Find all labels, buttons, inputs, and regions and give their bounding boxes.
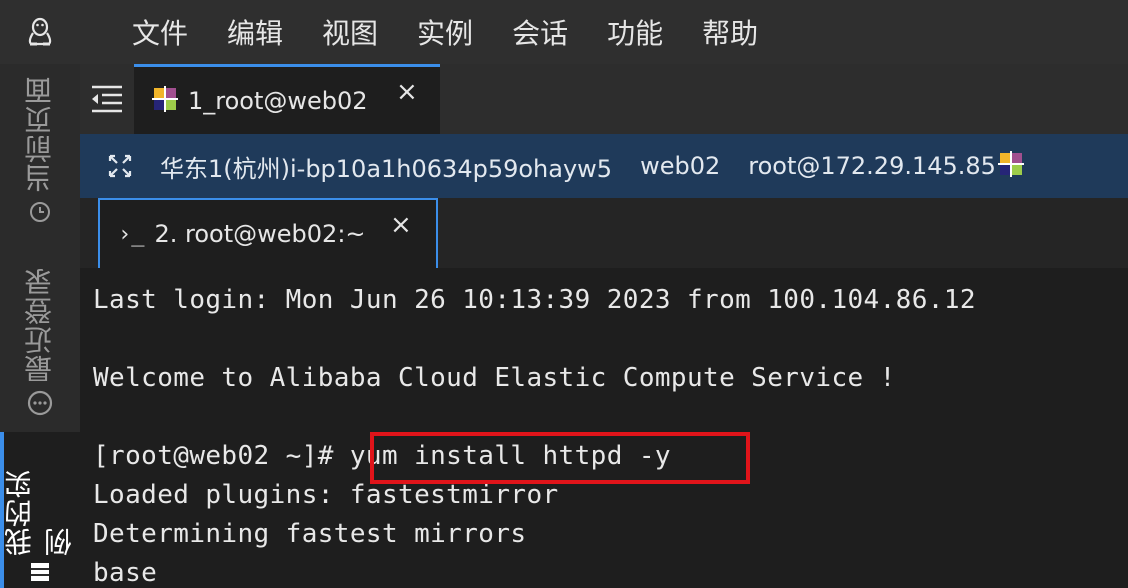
sidebar-item-recent-logins[interactable]: 最近登录 — [0, 264, 80, 424]
menu-session[interactable]: 会话 — [512, 12, 568, 52]
close-icon[interactable]: × — [396, 77, 418, 107]
sidebar-item-label: 当前页面 — [23, 76, 56, 192]
terminal-line: Welcome to Alibaba Cloud Elastic Compute… — [93, 363, 896, 393]
menu-edit[interactable]: 编辑 — [227, 12, 283, 52]
tab-label: 2. root@web02:~ — [154, 220, 366, 248]
terminal-line: Last login: Mon Jun 26 10:13:39 2023 fro… — [93, 285, 976, 315]
terminal-line: Determining fastest mirrors — [93, 519, 527, 549]
sidebar-item-my-instances[interactable]: 我的实例 — [0, 432, 80, 588]
tab-terminal[interactable]: ›_ 2. root@web02:~ × — [98, 198, 438, 268]
centos-icon — [152, 85, 178, 116]
instance-address: root@172.29.145.85 — [748, 152, 996, 180]
list-icon — [28, 560, 52, 588]
tab-label: 1_root@web02 — [188, 86, 368, 115]
menu-instance[interactable]: 实例 — [417, 12, 473, 52]
close-icon[interactable]: × — [390, 210, 412, 240]
terminal-line: base — [93, 558, 158, 588]
penguin-icon[interactable] — [0, 0, 80, 64]
sidebar-item-label: 最近登录 — [23, 267, 56, 383]
instance-info-bar: 华东1(杭州)i-bp10a1h0634p59ohayw5 web02 root… — [80, 134, 1128, 198]
terminal-tab-bar: ›_ 2. root@web02:~ × — [80, 198, 1128, 268]
chat-icon — [26, 389, 54, 421]
tab-session-web02[interactable]: 1_root@web02 × — [134, 64, 440, 134]
menu-file[interactable]: 文件 — [132, 12, 188, 52]
sidebar: 当前页面 最近登录 我的实例 — [0, 64, 80, 588]
sidebar-item-current-page[interactable]: 当前页面 — [0, 64, 80, 240]
command-highlight-box — [370, 432, 750, 484]
menu-help[interactable]: 帮助 — [702, 12, 758, 52]
centos-icon — [997, 151, 1024, 181]
terminal-prompt-icon: ›_ — [118, 221, 145, 247]
terminal-output[interactable]: Last login: Mon Jun 26 10:13:39 2023 fro… — [80, 268, 1128, 588]
instance-hostname: web02 — [640, 152, 721, 180]
expand-icon[interactable] — [80, 153, 160, 179]
tab-list-icon[interactable] — [80, 64, 134, 134]
menu-view[interactable]: 视图 — [322, 12, 378, 52]
menu-features[interactable]: 功能 — [607, 12, 663, 52]
clock-icon — [28, 200, 52, 228]
session-tab-bar: 1_root@web02 × — [80, 64, 1128, 134]
instance-region-id: 华东1(杭州)i-bp10a1h0634p59ohayw5 — [160, 154, 613, 183]
sidebar-item-label: 我的实例 — [3, 469, 76, 556]
menu-bar: 文件 编辑 视图 实例 会话 功能 帮助 — [0, 0, 1128, 64]
